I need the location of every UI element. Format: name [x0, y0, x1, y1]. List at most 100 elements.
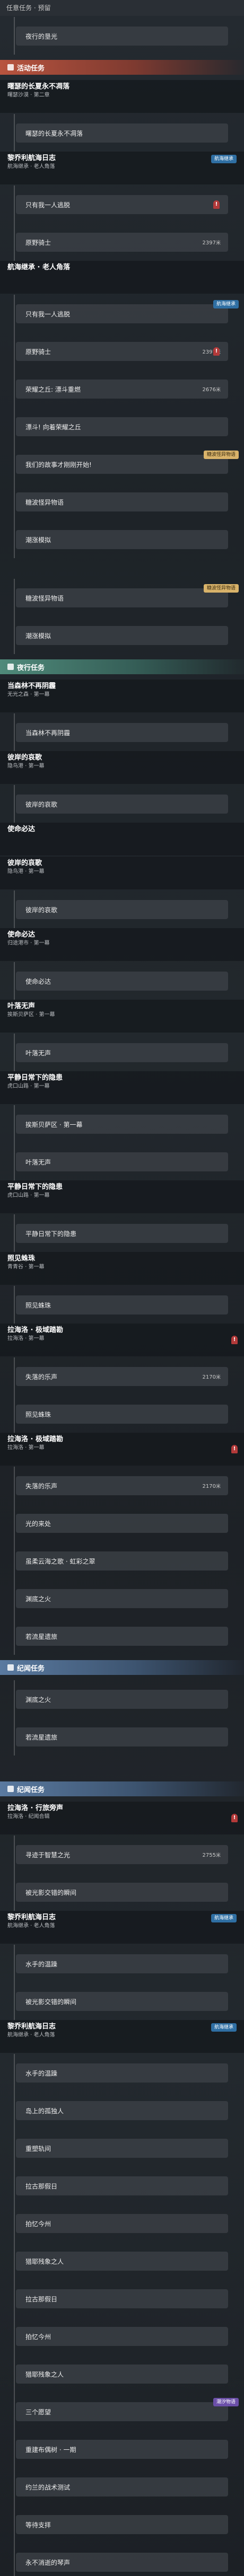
quest-step-item[interactable]: 我们的故事才刚刚开始! 糖波怪异物语: [16, 451, 239, 474]
quest-step-item[interactable]: 失落的乐声 2170米: [16, 1367, 228, 1386]
quest-step-item[interactable]: 挨斯贝萨区 · 第一幕: [16, 1115, 228, 1134]
quest-header[interactable]: 拉海洛 · 极域踏勘 拉海洛 · 第一幕!: [0, 1433, 244, 1466]
quest-step-item[interactable]: 水手的温躁: [16, 2063, 228, 2083]
quest-header[interactable]: 叶落无声 挨斯贝萨区 · 第一幕: [0, 1000, 244, 1033]
quest-subtitle: 归途港市 · 第一幕: [7, 940, 50, 946]
quest-step-item[interactable]: 彼岸的哀歌: [16, 795, 228, 814]
quest-step-item[interactable]: 平静日常下的隐患: [16, 1224, 228, 1243]
quest-step-item[interactable]: 若流星遗旅: [16, 1627, 228, 1646]
quest-step-label: 约兰的战术测试: [25, 2483, 71, 2491]
region-tag-badge: 糖波怪异物语: [203, 584, 239, 593]
quest-step-item[interactable]: 照见蛛珠: [16, 1405, 228, 1424]
quest-header[interactable]: 照见蛛珠 青青谷 · 第一幕: [0, 1252, 244, 1285]
quest-step-label: 渊底之火: [25, 1696, 51, 1704]
quest-header[interactable]: 曙瑟的长夏永不凋落 曙瑟沙漠 · 第二章: [0, 80, 244, 113]
quest-step-item[interactable]: 被光影交错的瞬间: [16, 1992, 228, 2011]
quest-step-item[interactable]: 虽柔云海之歌 · 虹彩之翠: [16, 1551, 228, 1571]
quest-title: 使命必达: [7, 931, 36, 939]
quest-step-item[interactable]: 只有我一人逃脱!: [16, 195, 228, 214]
quest-step-item[interactable]: 重建布偶树 · 一期: [16, 2440, 228, 2459]
tracker-line: [14, 2280, 15, 2317]
quest-subtitle: 曙瑟沙漠 · 第二章: [7, 92, 50, 98]
quest-step-item[interactable]: 失落的乐声 2170米: [16, 1476, 228, 1495]
quest-header[interactable]: 平静日常下的隐患 虎口山路 · 第一幕: [0, 1180, 244, 1213]
quest-step-label: 猎耶残象之人: [25, 2257, 64, 2265]
quest-step-item[interactable]: 彼岸的哀歌: [16, 900, 228, 919]
quest-step-item[interactable]: 岛上的孤独人: [16, 2101, 228, 2120]
quest-step-item[interactable]: 重塑轨间: [16, 2139, 228, 2158]
quest-step-item[interactable]: 潮涨模拟: [16, 626, 228, 645]
quest-title: 叶落无声: [7, 1002, 36, 1010]
quest-step-item[interactable]: 三个愿望 潮汐物语: [16, 2398, 239, 2421]
quest-header[interactable]: 黎乔利航海日志 航海继承 · 老人角落 航海继承: [0, 152, 244, 184]
section-header-daily[interactable]: 夜行任务: [0, 659, 244, 674]
quest-step-label: 水手的温躁: [25, 2069, 58, 2077]
quest-header[interactable]: 黎乔利航海日志 航海继承 · 老人角落 航海继承: [0, 2020, 244, 2053]
quest-header[interactable]: 当森林不再阴霾 无光之森 · 第一幕: [0, 680, 244, 712]
quest-header[interactable]: 拉海洛 · 行旅旁声 拉海洛 · 纪闻合辑!: [0, 1802, 244, 1834]
quest-step-item[interactable]: 荣耀之丘: 漂斗重燃 2676米: [16, 380, 228, 399]
quest-step-item[interactable]: 照见蛛珠: [16, 1295, 228, 1315]
quest-step-item[interactable]: 潮涨模拟: [16, 530, 228, 549]
quest-header[interactable]: 平静日常下的隐患 虎口山路 · 第一幕: [0, 1071, 244, 1104]
tracker-line: [14, 2242, 15, 2280]
quest-step-item[interactable]: 拍忆今州: [16, 2327, 228, 2346]
alert-icon: !: [213, 347, 220, 356]
quest-step-item[interactable]: 猎耶残象之人: [16, 2252, 228, 2271]
quest-subtitle: 虎口山路 · 第一幕: [7, 1193, 50, 1198]
quest-step-item[interactable]: 叶落无声: [16, 1043, 228, 1062]
quest-step-item[interactable]: 漂斗! 向着荣耀之丘: [16, 417, 228, 436]
quest-step-item[interactable]: 光的来处: [16, 1514, 228, 1533]
section-header-memory[interactable]: 纪闻任务: [0, 1781, 244, 1796]
quest-step-item[interactable]: 渊底之火: [16, 1690, 228, 1709]
tracker-line: [14, 1357, 15, 1395]
quest-step-item[interactable]: 水手的温躁: [16, 1954, 228, 1973]
quest-step-item[interactable]: 约兰的战术测试: [16, 2477, 228, 2496]
tracker-line: [14, 1504, 15, 1542]
quest-step-item[interactable]: 只有我一人逃脱 航海继承: [16, 300, 239, 323]
quest-step-item[interactable]: 原野骑士 2397米: [16, 233, 228, 252]
quest-step-item[interactable]: 拉古那假日: [16, 2289, 228, 2308]
quest-title: 照见蛛珠: [7, 1255, 36, 1263]
region-tag-badge: 航海继承: [213, 300, 239, 308]
quest-step-item[interactable]: 等待支拝: [16, 2515, 228, 2534]
quest-step-label: 被光影交错的瞬间: [25, 1889, 77, 1896]
quest-header[interactable]: 使命必达 归途港市 · 第一幕: [0, 928, 244, 961]
quest-step-item[interactable]: 永不消逝的琴声: [16, 2553, 228, 2572]
quest-step-label: 糖波怪异物语: [25, 594, 64, 602]
quest-step-item[interactable]: 使命必达: [16, 972, 228, 991]
quest-step-item[interactable]: 拍忆今州: [16, 2214, 228, 2233]
quest-step-item[interactable]: 拉古那假日: [16, 2176, 228, 2195]
quest-step-label: 等待支拝: [25, 2521, 51, 2529]
quest-step-item[interactable]: 原野骑士2397米!: [16, 342, 228, 361]
section-header-event[interactable]: 活动任务: [0, 60, 244, 75]
quest-step-item[interactable]: 被光影交错的瞬间: [16, 1883, 228, 1902]
quest-step-item[interactable]: 猎耶残象之人: [16, 2365, 228, 2384]
quest-step-item[interactable]: 糖波怪异物语: [16, 492, 228, 511]
quest-step-item[interactable]: 渊底之火: [16, 1589, 228, 1608]
tracker-line: [14, 2054, 15, 2092]
quest-step-label: 糖波怪异物语: [25, 498, 64, 506]
quest-header[interactable]: 彼岸的哀歌 隐鸟港 · 第一幕: [0, 751, 244, 784]
tracker-line: [14, 2468, 15, 2506]
quest-step-item[interactable]: 叶落无声: [16, 1152, 228, 1171]
quest-step-item[interactable]: 当森林不再阴霾: [16, 723, 228, 742]
quest-subtitle: 航海继承 · 老人角落: [7, 2032, 55, 2038]
quest-header[interactable]: 彼岸的哀歌 隐鸟港 · 第一幕: [0, 857, 244, 889]
tracker-line: [14, 521, 15, 558]
quest-step-item[interactable]: 夜行的垦光: [16, 27, 228, 46]
quest-step-item[interactable]: 若流星遗旅: [16, 1727, 228, 1746]
quest-step-item[interactable]: 糖波怪异物语 糖波怪异物语: [16, 584, 239, 607]
tracker-line: [14, 1580, 15, 1617]
quest-header[interactable]: 使命必达: [0, 823, 244, 855]
quest-step-item[interactable]: 曙瑟的长夏永不凋落: [16, 123, 228, 143]
tracker-line: [14, 1542, 15, 1580]
quest-title: 航海继承 · 老人角落: [7, 263, 70, 271]
quest-header[interactable]: 拉海洛 · 极域踏勘 拉海洛 · 第一幕!: [0, 1324, 244, 1356]
tracker-line: [14, 223, 15, 261]
quest-header[interactable]: 航海继承 · 老人角落: [0, 261, 244, 294]
distance-readout: 2397米: [203, 239, 221, 246]
section-header-memory[interactable]: 纪闻任务: [0, 1660, 244, 1675]
quest-step-item[interactable]: 寻迹于智慧之光 2755米: [16, 1845, 228, 1864]
quest-header[interactable]: 黎乔利航海日志 航海继承 · 老人角落 航海继承: [0, 1911, 244, 1944]
